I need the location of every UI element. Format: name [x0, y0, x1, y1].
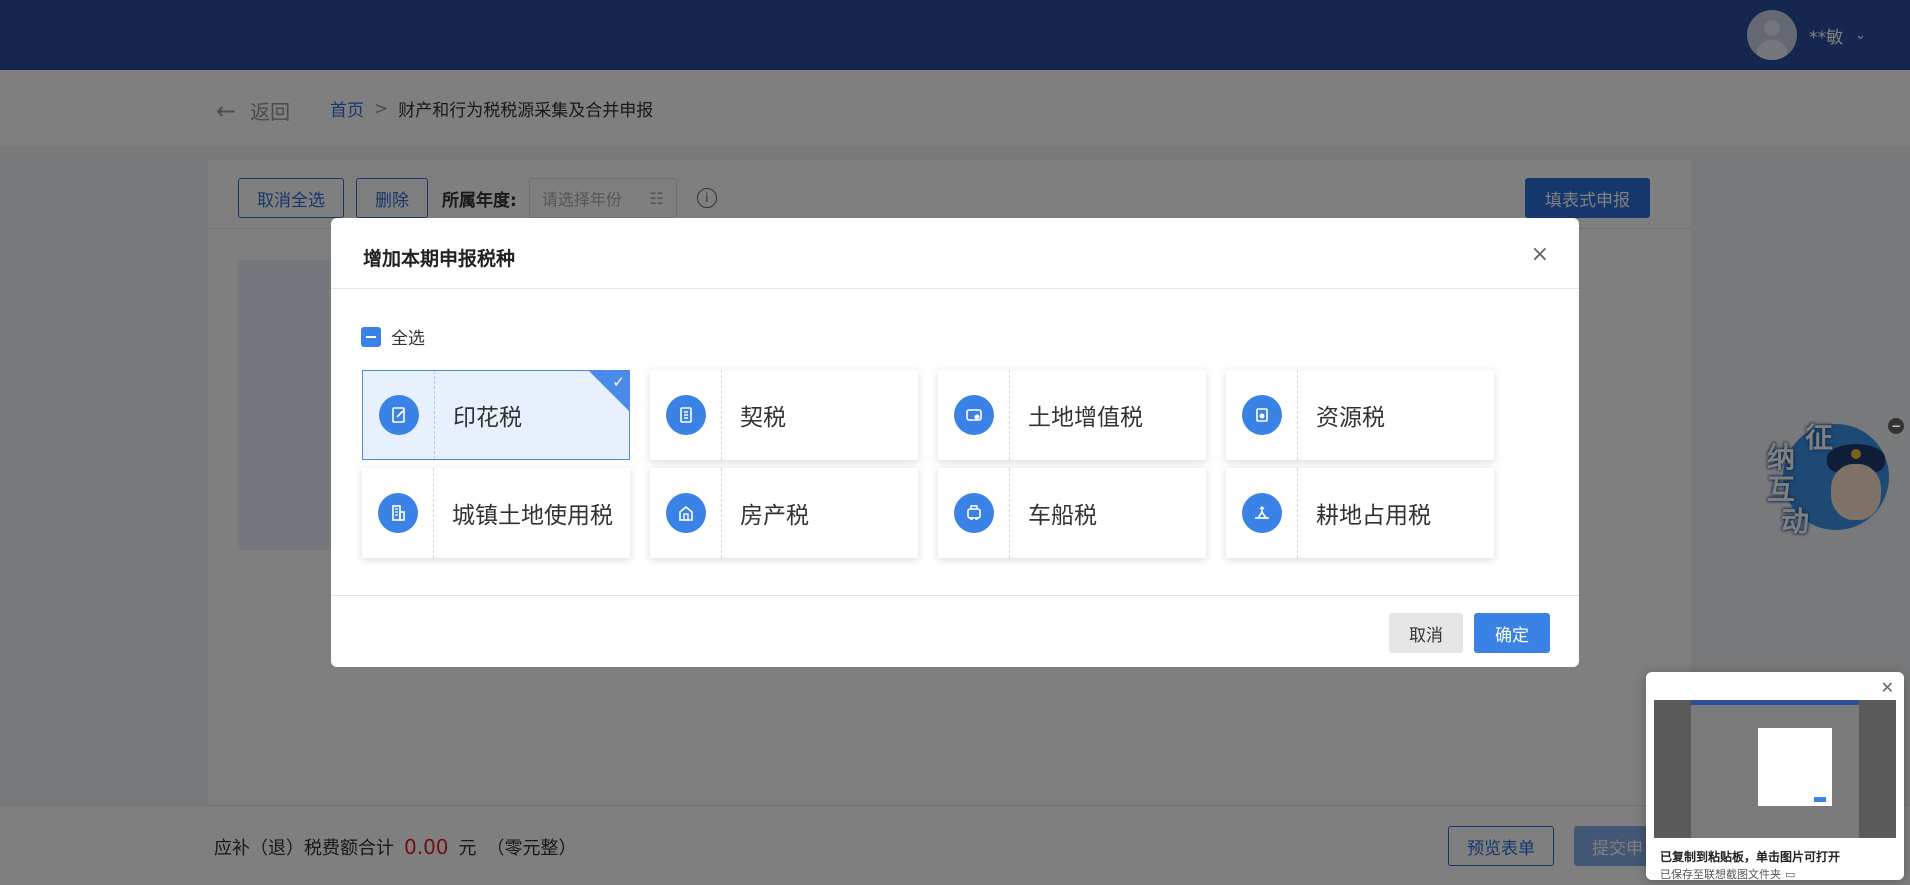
indeterminate-checkbox-icon[interactable]	[361, 326, 381, 347]
tile-icon-zone	[650, 468, 722, 558]
tile-icon-zone	[1226, 468, 1298, 558]
tax-option-label: 契税	[740, 405, 786, 431]
screenshot-toast[interactable]: ✕ 已复制到粘贴板，单击图片可打开 已保存至联想截图文件夹 ▭	[1646, 672, 1904, 882]
divider	[331, 288, 1579, 289]
divider	[331, 595, 1579, 596]
tile-icon-zone	[650, 370, 722, 460]
select-all-checkbox[interactable]: 全选	[361, 324, 425, 349]
tax-option-label: 车船税	[1028, 503, 1097, 529]
scroll-collapse-icon[interactable]: −	[1888, 418, 1904, 434]
confirm-button[interactable]: 确定	[1474, 613, 1550, 653]
tile-icon-zone	[363, 371, 435, 459]
resource-icon	[1241, 395, 1282, 435]
dialog-title: 增加本期申报税种	[363, 248, 516, 270]
screenshot-thumbnail[interactable]	[1654, 700, 1896, 838]
tile-icon-zone	[938, 370, 1010, 460]
folder-icon: ▭	[1785, 867, 1796, 881]
land-value-icon	[953, 395, 994, 435]
add-tax-type-dialog: 增加本期申报税种 × 全选 印花税 ✓ 契税 土地增值税 资源税 城镇土地使用税…	[331, 218, 1579, 667]
tax-option-label: 土地增值税	[1028, 405, 1143, 431]
tax-option-land-value[interactable]: 土地增值税	[938, 370, 1206, 460]
check-icon: ✓	[612, 373, 625, 391]
vehicle-icon	[953, 493, 994, 533]
tax-option-property[interactable]: 房产税	[650, 468, 918, 558]
close-icon[interactable]: ✕	[1881, 678, 1894, 697]
select-all-label: 全选	[391, 329, 425, 349]
house-icon	[665, 493, 706, 533]
tax-option-vehicle-vessel[interactable]: 车船税	[938, 468, 1206, 558]
tax-option-farmland[interactable]: 耕地占用税	[1226, 468, 1494, 558]
close-icon[interactable]: ×	[1531, 242, 1549, 267]
tax-option-resource[interactable]: 资源税	[1226, 370, 1494, 460]
tax-option-label: 印花税	[453, 405, 522, 431]
building-icon	[377, 493, 418, 533]
tile-icon-zone	[938, 468, 1010, 558]
tax-option-deed[interactable]: 契税	[650, 370, 918, 460]
document-icon	[665, 395, 706, 435]
toast-title: 已复制到粘贴板，单击图片可打开	[1660, 850, 1841, 864]
tax-option-label: 房产税	[740, 503, 809, 529]
tax-option-stamp[interactable]: 印花税 ✓	[362, 370, 630, 460]
cancel-button[interactable]: 取消	[1389, 613, 1463, 653]
toast-subtitle-text: 已保存至联想截图文件夹	[1660, 868, 1781, 881]
tax-option-label: 耕地占用税	[1316, 503, 1431, 529]
tile-icon-zone	[362, 468, 434, 558]
toast-subtitle[interactable]: 已保存至联想截图文件夹 ▭	[1660, 866, 1795, 882]
stamp-icon	[378, 395, 419, 435]
tax-option-label: 城镇土地使用税	[452, 503, 613, 529]
tax-type-grid: 印花税 ✓ 契税 土地增值税 资源税 城镇土地使用税 房产税 车船税 耕地占用税	[362, 370, 1494, 558]
tax-option-label: 资源税	[1316, 405, 1385, 431]
tax-option-urban-land[interactable]: 城镇土地使用税	[362, 468, 630, 558]
tile-icon-zone	[1226, 370, 1298, 460]
farmland-icon	[1241, 493, 1282, 533]
thumbnail-dialog	[1758, 728, 1832, 806]
